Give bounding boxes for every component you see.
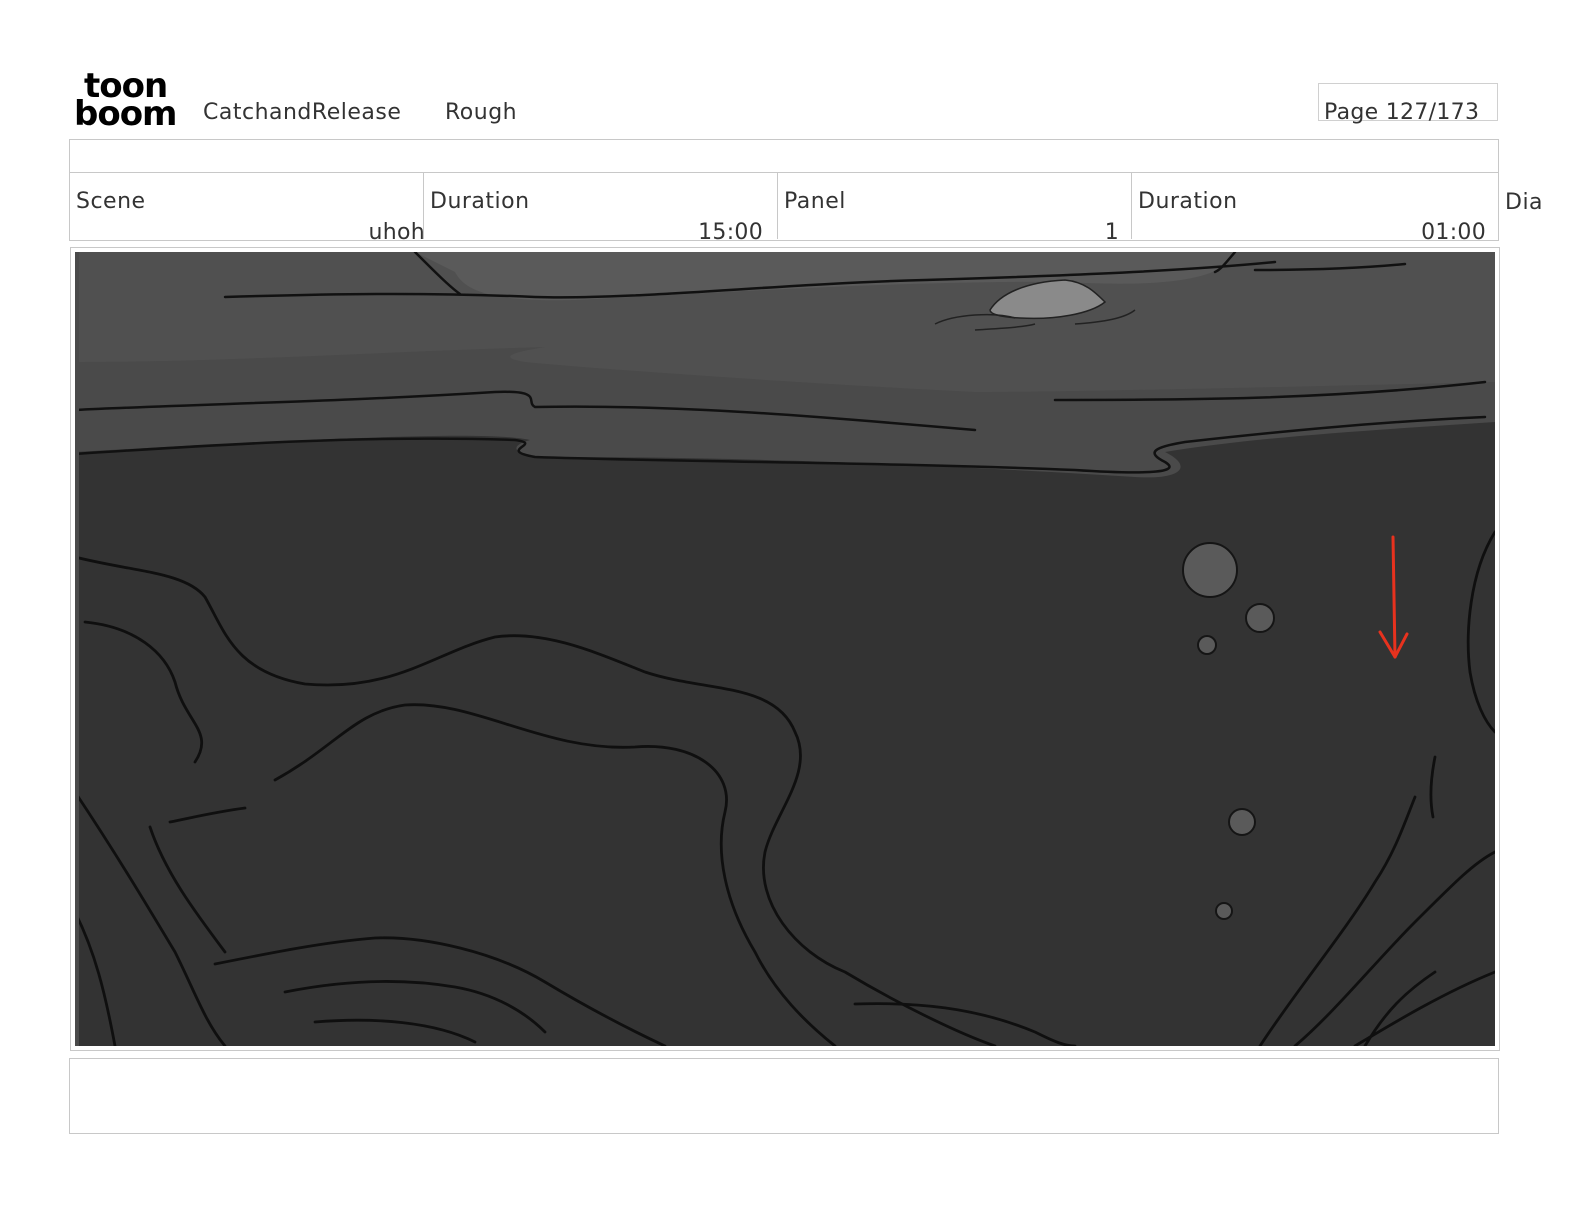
panel-value: 1: [1104, 220, 1119, 245]
panel-label: Panel: [784, 189, 846, 214]
scene-value: uhoh: [368, 220, 425, 245]
scene-label: Scene: [76, 189, 146, 214]
panel-cell: Panel 1: [778, 173, 1132, 245]
logo-line2: boom: [74, 94, 177, 134]
panel-artwork: [73, 250, 1497, 1048]
info-row: Scene uhoh Duration 15:00 Panel 1 Durati…: [69, 173, 1499, 245]
underwater-scene-drawing: [73, 250, 1497, 1048]
project-title: CatchandRelease: [203, 100, 402, 125]
header-strip: [69, 139, 1499, 173]
dialog-label: Dia: [1505, 190, 1544, 215]
panel-frame: [70, 247, 1500, 1051]
left-edge: [75, 252, 79, 1046]
scene-duration-value: 15:00: [698, 220, 763, 245]
stage-label: Rough: [445, 100, 518, 125]
toonboom-logo: toon boom: [74, 69, 184, 134]
scene-duration-cell: Duration 15:00: [424, 173, 778, 245]
notes-box: [69, 1058, 1499, 1134]
scene-duration-label: Duration: [430, 189, 530, 214]
page-number: Page 127/173: [1324, 100, 1480, 125]
panel-duration-value: 01:00: [1421, 220, 1486, 245]
panel-duration-label: Duration: [1138, 189, 1238, 214]
panel-duration-cell: Duration 01:00: [1132, 173, 1498, 245]
scene-cell: Scene uhoh: [70, 173, 425, 245]
